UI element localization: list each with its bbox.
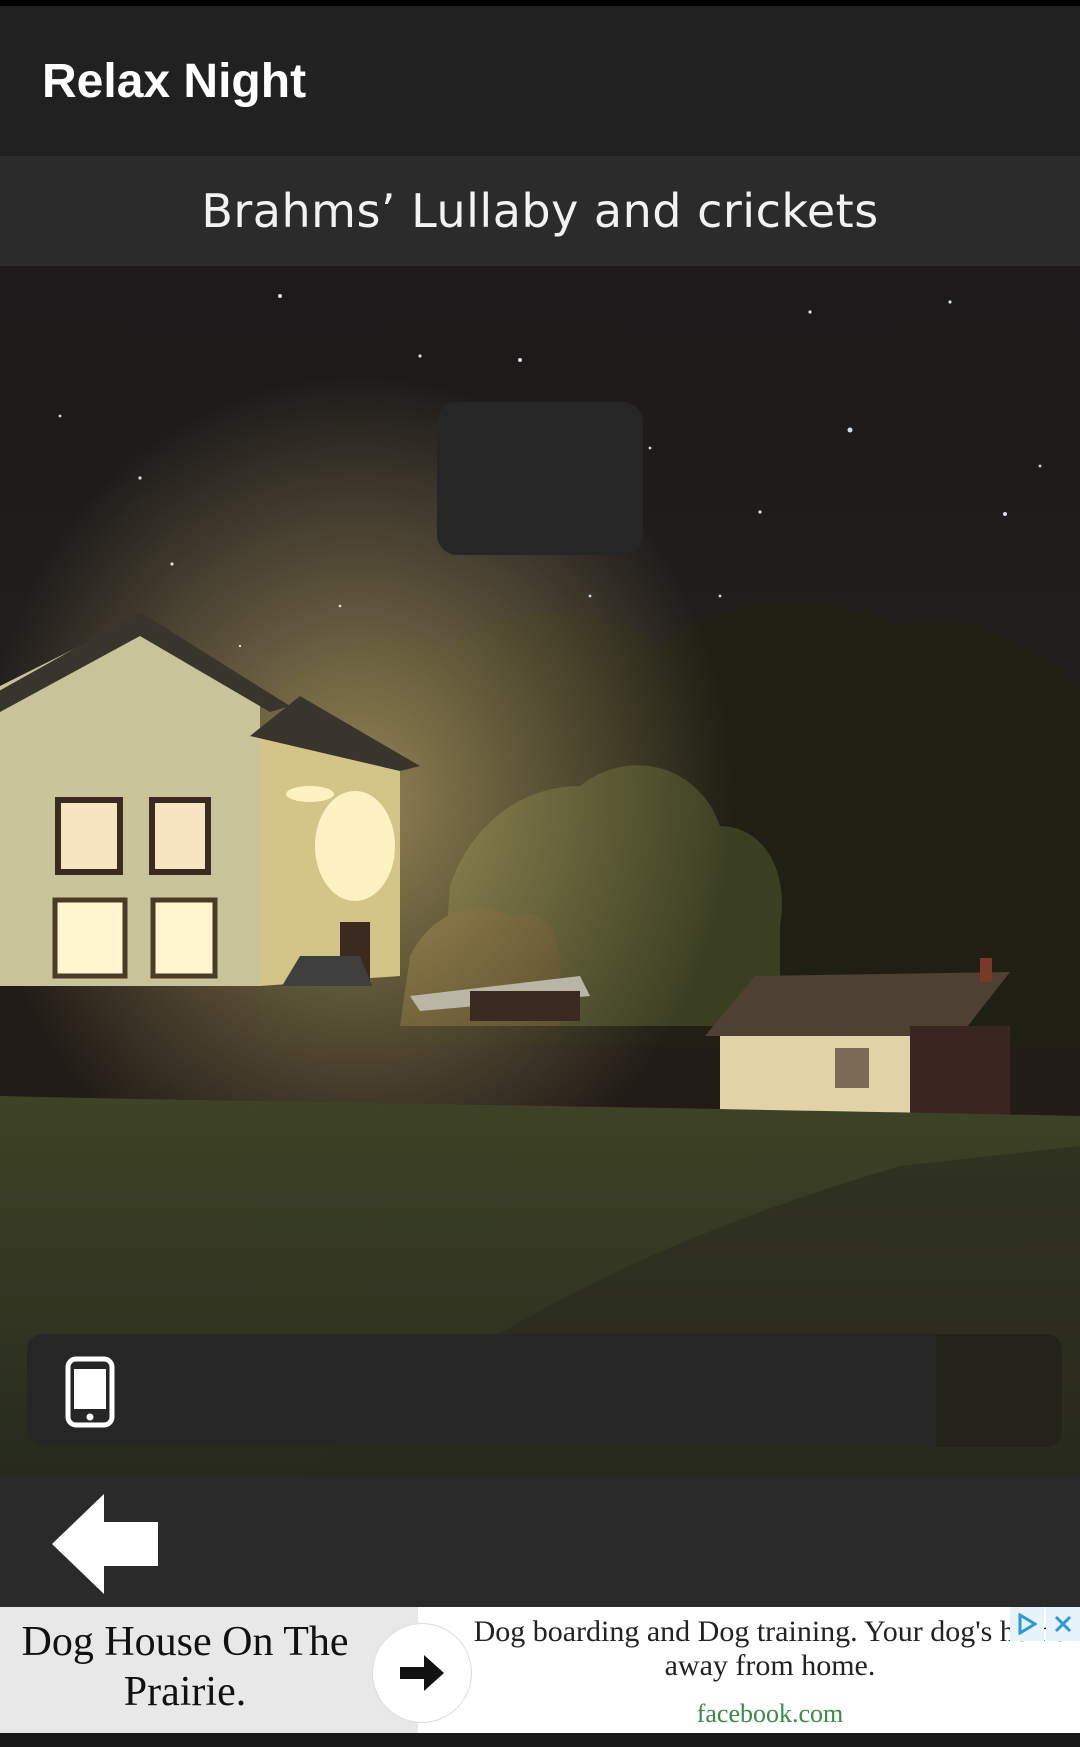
play-button-placeholder[interactable] bbox=[437, 402, 643, 555]
close-icon[interactable] bbox=[1046, 1607, 1080, 1641]
ad-headline[interactable]: Dog House On The Prairie. bbox=[0, 1617, 370, 1717]
app-title: Relax Night bbox=[42, 54, 307, 108]
app-bar: Relax Night bbox=[0, 6, 1080, 156]
output-device-bar[interactable] bbox=[27, 1334, 1062, 1447]
ad-banner[interactable]: Dog House On The Prairie. Dog boarding a… bbox=[0, 1607, 1080, 1733]
device-bar-end bbox=[936, 1334, 1062, 1447]
arrow-right-icon[interactable] bbox=[372, 1623, 472, 1723]
ad-choices-icon[interactable] bbox=[1010, 1607, 1044, 1641]
phone-icon[interactable] bbox=[65, 1356, 115, 1428]
ad-domain[interactable]: facebook.com bbox=[470, 1699, 1070, 1729]
track-title-bar: Brahms’ Lullaby and crickets bbox=[0, 156, 1080, 266]
ad-body-text[interactable]: Dog boarding and Dog training. Your dog'… bbox=[470, 1615, 1070, 1683]
bottom-navigation bbox=[0, 1476, 1080, 1607]
ad-headline-panel[interactable]: Dog House On The Prairie. bbox=[0, 1607, 418, 1733]
back-arrow-icon[interactable] bbox=[52, 1494, 162, 1594]
bottom-strip bbox=[0, 1733, 1080, 1747]
track-title: Brahms’ Lullaby and crickets bbox=[201, 184, 879, 238]
